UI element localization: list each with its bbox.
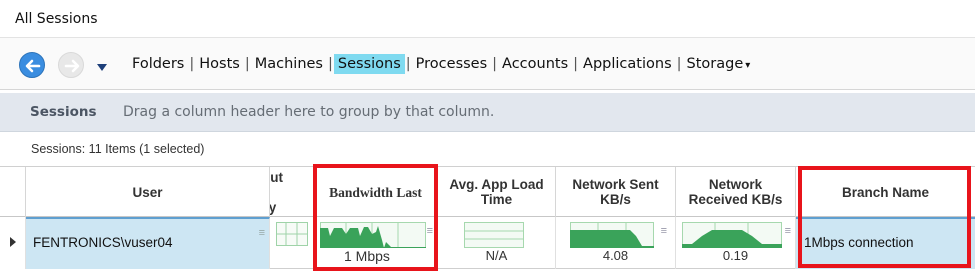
user-value: FENTRONICS\vuser04 xyxy=(33,235,173,250)
network-received-value: 0.19 xyxy=(722,248,749,263)
row-selector[interactable] xyxy=(0,217,26,269)
nav-link-storage[interactable]: Storage ▾ xyxy=(683,54,755,74)
caret-down-icon: ▾ xyxy=(745,60,751,71)
avg-app-load-value: N/A xyxy=(485,248,508,263)
group-panel-hint: Drag a column header here to group by th… xyxy=(123,104,495,120)
column-header-bandwidth-last[interactable]: Bandwidth Last xyxy=(314,167,438,217)
row-selector-header xyxy=(0,167,26,217)
nav-link-folders[interactable]: Folders xyxy=(128,54,188,74)
cell-network-sent[interactable]: ≡ 4.08 xyxy=(556,217,676,269)
nav-link-accounts[interactable]: Accounts xyxy=(498,54,572,74)
cell-bandwidth-last[interactable]: ≡ 1 Mbps xyxy=(314,217,438,269)
nav-link-processes[interactable]: Processes xyxy=(412,54,491,74)
cell-branch-name[interactable]: 1Mbps connection xyxy=(796,217,975,269)
drag-grip-icon: ≡ xyxy=(784,225,791,237)
group-panel-title: Sessions xyxy=(30,104,97,120)
column-header-user[interactable]: User xyxy=(26,167,270,217)
network-sent-value: 4.08 xyxy=(602,248,629,263)
nav-link-storage-label: Storage xyxy=(686,56,744,72)
sparkline-network-sent xyxy=(570,222,654,248)
sparkline-network-received xyxy=(682,222,782,248)
column-header-partial[interactable]: outy xyxy=(270,167,314,217)
drag-grip-icon: ≡ xyxy=(426,225,433,237)
cell-user[interactable]: FENTRONICS\vuser04 ≡ xyxy=(26,217,270,269)
triangle-down-icon xyxy=(97,64,107,71)
column-header-branch-name[interactable]: Branch Name xyxy=(796,167,975,217)
window-titlebar: All Sessions xyxy=(0,0,975,38)
cell-partial[interactable] xyxy=(270,217,314,269)
history-dropdown-button[interactable] xyxy=(96,60,108,75)
cell-network-received[interactable]: ≡ 0.19 xyxy=(676,217,796,269)
nav-link-applications[interactable]: Applications xyxy=(579,54,676,74)
back-button[interactable] xyxy=(19,52,45,78)
sparkline-bandwidth xyxy=(320,222,426,248)
drag-grip-icon: ≡ xyxy=(258,227,265,239)
arrow-left-icon xyxy=(25,59,41,73)
cell-avg-app-load-time[interactable]: N/A xyxy=(438,217,556,269)
nav-link-sessions[interactable]: Sessions xyxy=(333,54,405,74)
item-count-text: Sessions: 11 Items (1 selected) xyxy=(31,142,205,156)
navigation-bar: Folders | Hosts | Machines | Sessions | … xyxy=(0,38,975,90)
column-header-network-received[interactable]: Network Received KB/s xyxy=(676,167,796,217)
arrow-right-icon xyxy=(64,59,80,73)
forward-button[interactable] xyxy=(58,52,84,78)
drag-grip-icon: ≡ xyxy=(660,225,667,237)
table-row[interactable]: FENTRONICS\vuser04 ≡ ≡ 1 Mbps N/A ≡ 4.08… xyxy=(0,217,975,269)
nav-link-hosts[interactable]: Hosts xyxy=(195,54,244,74)
column-header-network-sent[interactable]: Network Sent KB/s xyxy=(556,167,676,217)
branch-name-value: 1Mbps connection xyxy=(804,235,914,250)
column-header-avg-app-load-time[interactable]: Avg. App Load Time xyxy=(438,167,556,217)
group-by-panel[interactable]: Sessions Drag a column header here to gr… xyxy=(0,93,975,132)
table-header: User outy Bandwidth Last Avg. App LoadTi… xyxy=(0,167,975,217)
sparkline-partial xyxy=(276,222,308,246)
window-title: All Sessions xyxy=(15,11,98,27)
item-count-bar: Sessions: 11 Items (1 selected) xyxy=(0,132,975,167)
current-row-indicator-icon xyxy=(10,237,16,247)
bandwidth-value: 1 Mbps xyxy=(344,248,390,264)
nav-link-machines[interactable]: Machines xyxy=(251,54,327,74)
nav-links: Folders | Hosts | Machines | Sessions | … xyxy=(128,52,754,76)
sparkline-avg-app-load xyxy=(464,222,524,248)
